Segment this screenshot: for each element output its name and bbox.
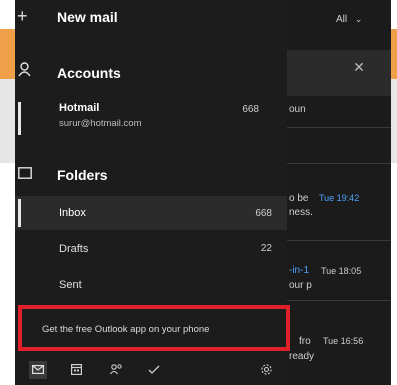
folder-label: Inbox [59,207,86,219]
selected-indicator [18,199,21,227]
outlook-app-promo[interactable]: Get the free Outlook app on your phone [18,305,290,351]
folders-header[interactable]: Folders [15,160,287,188]
folders-label: Folders [57,167,108,183]
new-mail-button[interactable]: + New mail [15,0,287,34]
new-mail-label: New mail [57,9,118,25]
message-fragment: ready [289,351,315,362]
unread-count: 22 [260,243,272,254]
promo-text: Get the free Outlook app on your phone [42,324,210,335]
message-fragment[interactable]: fro [299,336,311,347]
message-time: Tue 18:05 [321,266,362,276]
close-icon[interactable]: ✕ [352,60,366,74]
mail-icon[interactable] [29,361,47,379]
list-divider [287,240,391,241]
message-fragment: ness. [289,207,313,218]
folder-item-sent[interactable]: Sent [15,274,287,298]
message-fragment[interactable]: o be [289,193,308,204]
accounts-header[interactable]: Accounts [15,56,287,86]
person-icon [18,62,31,77]
unread-count: 668 [242,104,259,115]
message-time: Tue 19:42 [319,193,360,203]
chevron-down-icon: ⌄ [354,14,363,24]
message-time: Tue 16:56 [323,336,364,346]
filter-dropdown[interactable]: All ⌄ [336,14,362,25]
accounts-label: Accounts [57,65,121,81]
folder-icon [18,167,32,179]
bottom-toolbar [15,355,287,385]
list-divider [287,127,391,128]
plus-icon: + [17,6,28,26]
selected-indicator [18,102,21,135]
folder-item-drafts[interactable]: Drafts 22 [15,238,287,262]
message-fragment: our p [289,280,312,291]
unread-count: 668 [255,208,272,219]
todo-icon[interactable] [145,361,163,379]
folder-label: Drafts [59,243,89,255]
list-divider [287,163,391,164]
folder-item-inbox[interactable]: Inbox 668 [15,196,287,230]
account-email: surur@hotmail.com [59,118,142,129]
account-item-hotmail[interactable]: Hotmail surur@hotmail.com 668 [15,98,287,140]
gear-icon[interactable] [257,361,275,379]
folder-label: Sent [59,279,82,291]
filter-label: All [336,14,348,25]
people-icon[interactable] [107,361,125,379]
calendar-icon[interactable] [67,361,85,379]
message-fragment[interactable]: -in-1 [289,265,309,276]
list-divider [287,300,391,301]
account-name: Hotmail [59,102,100,114]
message-list-banner [287,50,391,96]
message-fragment[interactable]: oun [289,104,306,115]
